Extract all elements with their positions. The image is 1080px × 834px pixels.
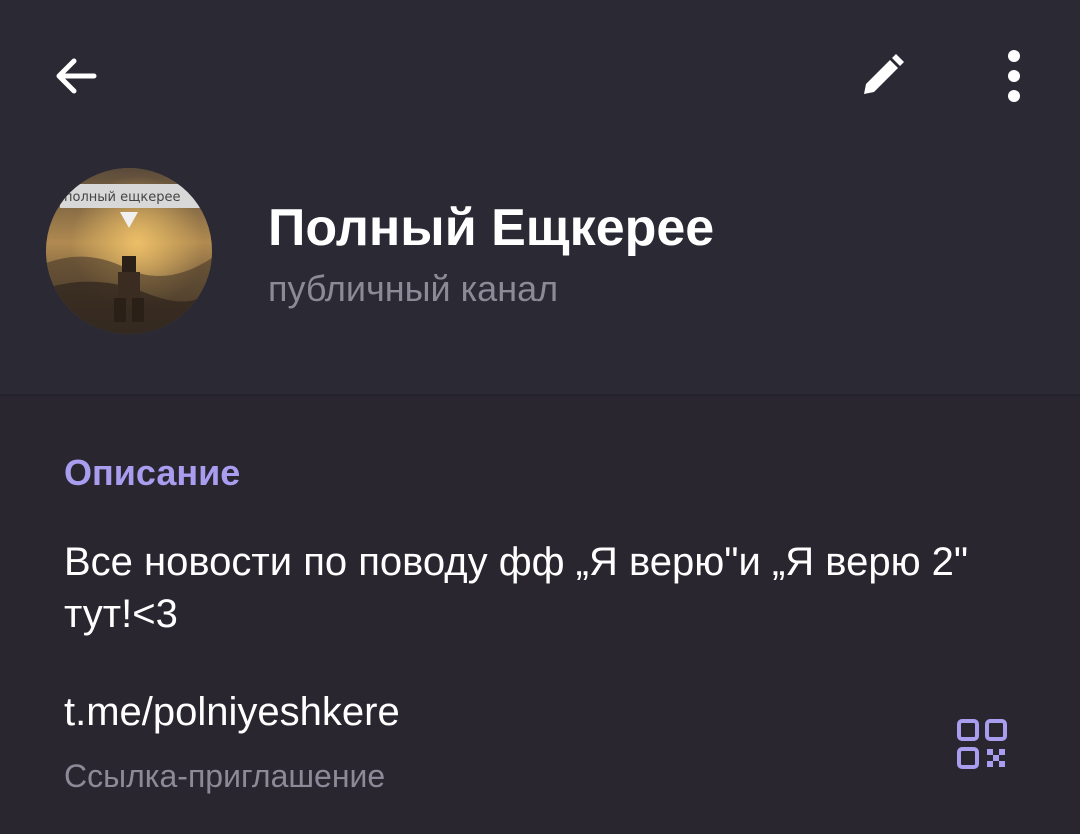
arrow-left-icon bbox=[56, 58, 97, 94]
qr-code-icon bbox=[957, 719, 1007, 769]
description-text: Все новости по поводу фф „Я верю"и „Я ве… bbox=[64, 540, 969, 636]
avatar-image: полный ещкерее bbox=[46, 168, 212, 334]
svg-text:полный ещкерее: полный ещкерее bbox=[64, 190, 180, 205]
channel-subtitle: публичный канал bbox=[268, 268, 559, 309]
invite-link[interactable]: t.me/polniyeshkere bbox=[64, 690, 400, 735]
qr-code-button[interactable] bbox=[944, 706, 1020, 782]
more-vertical-icon bbox=[1008, 50, 1020, 102]
back-button[interactable] bbox=[36, 36, 116, 116]
pencil-icon bbox=[864, 54, 904, 94]
description-heading: Описание bbox=[64, 452, 241, 493]
more-options-button[interactable] bbox=[974, 36, 1054, 116]
invite-link-caption: Ссылка-приглашение bbox=[64, 758, 386, 794]
channel-title: Полный Ещкерее bbox=[268, 199, 715, 257]
edit-button[interactable] bbox=[842, 36, 922, 116]
channel-avatar[interactable]: полный ещкерее bbox=[46, 168, 212, 334]
